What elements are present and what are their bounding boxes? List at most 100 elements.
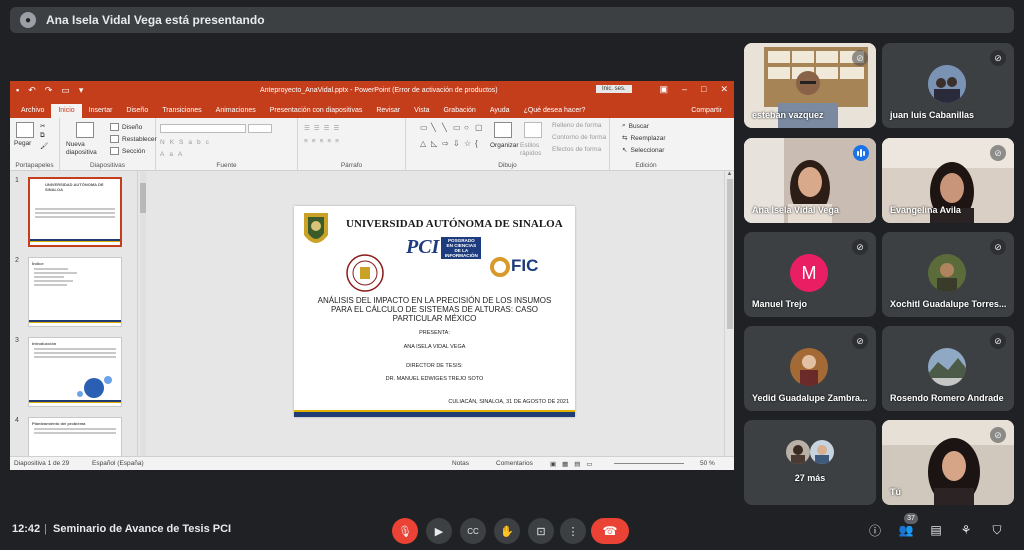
- paste-button[interactable]: Pegar: [14, 140, 31, 147]
- view-buttons[interactable]: ▣▦▤▭: [550, 460, 599, 468]
- shape-outline-button[interactable]: Contorno de forma: [552, 134, 606, 141]
- participant-tile[interactable]: ⊘ Yedid Guadalupe Zambra...: [744, 326, 876, 411]
- undo-icon[interactable]: ↶: [28, 85, 36, 96]
- present-icon[interactable]: ▭: [61, 85, 70, 96]
- tab-animaciones[interactable]: Animaciones: [209, 104, 263, 118]
- shape-brace-icon[interactable]: {: [475, 139, 485, 154]
- participant-tile[interactable]: Ana Isela Vidal Vega: [744, 138, 876, 223]
- participant-tile[interactable]: ⊘ esteban vazquez: [744, 43, 876, 128]
- tab-presentacion[interactable]: Presentación con diapositivas: [263, 104, 370, 118]
- activities-button[interactable]: ⚘: [957, 521, 975, 539]
- layout-button[interactable]: Diseño: [110, 123, 142, 131]
- scroll-up-icon[interactable]: ▲: [725, 171, 734, 177]
- zoom-slider[interactable]: [614, 463, 684, 464]
- find-button[interactable]: ⌕ Buscar: [622, 122, 649, 130]
- thumbnail-scroll-thumb[interactable]: [140, 183, 146, 213]
- tab-diseno[interactable]: Diseño: [119, 104, 155, 118]
- select-button[interactable]: ↖ Seleccionar: [622, 146, 664, 155]
- slide-canvas[interactable]: UNIVERSIDAD AUTÓNOMA DE SINALOA PCI POSG…: [294, 206, 575, 417]
- meeting-details-button[interactable]: ⓘ: [866, 521, 884, 539]
- chat-button[interactable]: ▤: [927, 521, 945, 539]
- cut-icon[interactable]: ✂: [40, 122, 45, 130]
- thumbnail-scrollbar[interactable]: [140, 171, 146, 456]
- quick-styles-icon[interactable]: [524, 122, 542, 138]
- list-buttons[interactable]: ☰☰☰☰: [304, 124, 343, 132]
- customize-icon[interactable]: ▾: [79, 85, 84, 96]
- status-notes[interactable]: Notas: [452, 460, 469, 467]
- tab-grabacion[interactable]: Grabación: [437, 104, 483, 118]
- share-button[interactable]: Compartir: [684, 104, 734, 118]
- close-icon[interactable]: ✕: [720, 84, 728, 95]
- self-view-tile[interactable]: ⊘ Tú: [882, 420, 1014, 505]
- shape-ltri-icon[interactable]: ◺: [431, 139, 441, 154]
- camera-toggle-button[interactable]: ▶: [426, 518, 452, 544]
- format-painter-icon[interactable]: 🖌: [40, 142, 48, 150]
- shape-effects-button[interactable]: Efectos de forma: [552, 146, 601, 153]
- tab-inicio[interactable]: Inicio: [51, 104, 82, 118]
- present-button[interactable]: ⊡: [528, 518, 554, 544]
- shape-fill-button[interactable]: Relleno de forma: [552, 122, 602, 129]
- tab-vista[interactable]: Vista: [407, 104, 436, 118]
- slide-scroll-thumb[interactable]: [726, 179, 733, 329]
- participant-tile[interactable]: ⊘ Rosendo Romero Andrade: [882, 326, 1014, 411]
- signin-button[interactable]: Inic. ses.: [596, 85, 632, 93]
- more-options-button[interactable]: ⋮: [560, 518, 586, 544]
- tell-me-search[interactable]: ¿Qué desea hacer?: [517, 104, 593, 118]
- tab-revisar[interactable]: Revisar: [369, 104, 407, 118]
- reset-button[interactable]: Restablecer: [110, 135, 157, 143]
- tab-insertar[interactable]: Insertar: [82, 104, 120, 118]
- status-comments[interactable]: Comentarios: [496, 460, 533, 467]
- slide-thumbnail-4[interactable]: Planteamiento del problema: [28, 417, 122, 457]
- shape-line-icon[interactable]: ╲: [431, 123, 441, 138]
- font-color-buttons[interactable]: AaA: [160, 151, 187, 158]
- shape-star-icon[interactable]: ☆: [464, 139, 474, 154]
- leave-call-button[interactable]: ☎: [591, 518, 629, 544]
- font-size-box[interactable]: [248, 124, 272, 133]
- status-zoom[interactable]: 50 %: [700, 460, 715, 467]
- tab-transiciones[interactable]: Transiciones: [155, 104, 208, 118]
- participant-tile[interactable]: ⊘ juan luis Cabanillas: [882, 43, 1014, 128]
- shape-oval-icon[interactable]: ○: [464, 123, 474, 138]
- slide-thumbnail-2[interactable]: Índice: [28, 257, 122, 327]
- shape-arrow-icon[interactable]: ⇨: [442, 139, 452, 154]
- host-controls-button[interactable]: ⛉: [988, 521, 1006, 539]
- more-participants-tile[interactable]: 27 más: [744, 420, 876, 505]
- slide-thumbnail-3[interactable]: Introducción: [28, 337, 122, 407]
- slide-scrollbar[interactable]: ▲: [724, 171, 734, 456]
- tab-ayuda[interactable]: Ayuda: [483, 104, 517, 118]
- shape-rounded-icon[interactable]: ▢: [475, 123, 485, 138]
- participant-tile[interactable]: ⊘ Evangelina Avila: [882, 138, 1014, 223]
- participant-tile[interactable]: M ⊘ Manuel Trejo: [744, 232, 876, 317]
- font-format-buttons[interactable]: NKSabc: [160, 139, 214, 146]
- shapes-gallery[interactable]: ▭ ╲ ╲ ▭ ○ ▢ △ ◺ ⇨ ⇩ ☆{: [420, 123, 486, 153]
- slide-thumbnail-1[interactable]: UNIVERSIDAD AUTÓNOMA DE SINALOA: [28, 177, 122, 247]
- maximize-icon[interactable]: □: [701, 84, 706, 95]
- new-slide-icon[interactable]: [76, 122, 94, 138]
- paste-icon[interactable]: [16, 122, 34, 138]
- status-language[interactable]: Español (España): [92, 460, 144, 467]
- quick-styles-button[interactable]: Estilos rápidos: [520, 142, 546, 158]
- section-button[interactable]: Sección: [110, 147, 145, 155]
- ribbon-display-icon[interactable]: ▣: [659, 84, 668, 95]
- participant-name: Xochitl Guadalupe Torres...: [890, 299, 1007, 309]
- save-icon[interactable]: ▪: [16, 85, 19, 96]
- shape-rect-icon[interactable]: ▭: [453, 123, 463, 138]
- copy-icon[interactable]: ⧉: [40, 132, 45, 140]
- arrange-button[interactable]: Organizar: [490, 142, 519, 149]
- align-buttons[interactable]: ≡≡≡≡≡: [304, 138, 343, 145]
- new-slide-button[interactable]: Nueva diapositiva: [66, 141, 106, 157]
- participant-tile[interactable]: ⊘ Xochitl Guadalupe Torres...: [882, 232, 1014, 317]
- mic-toggle-button[interactable]: 🎙: [392, 518, 418, 544]
- shape-line2-icon[interactable]: ╲: [442, 123, 452, 138]
- shape-arrow2-icon[interactable]: ⇩: [453, 139, 463, 154]
- raise-hand-button[interactable]: ✋: [494, 518, 520, 544]
- replace-button[interactable]: ⇆ Reemplazar: [622, 134, 666, 143]
- minimize-icon[interactable]: –: [682, 84, 687, 95]
- shape-tri-icon[interactable]: △: [420, 139, 430, 154]
- redo-icon[interactable]: ↷: [45, 85, 53, 96]
- font-name-box[interactable]: [160, 124, 246, 133]
- shape-text-icon[interactable]: ▭: [420, 123, 430, 138]
- arrange-icon[interactable]: [494, 122, 512, 138]
- captions-button[interactable]: CC: [460, 518, 486, 544]
- tab-archivo[interactable]: Archivo: [14, 104, 51, 118]
